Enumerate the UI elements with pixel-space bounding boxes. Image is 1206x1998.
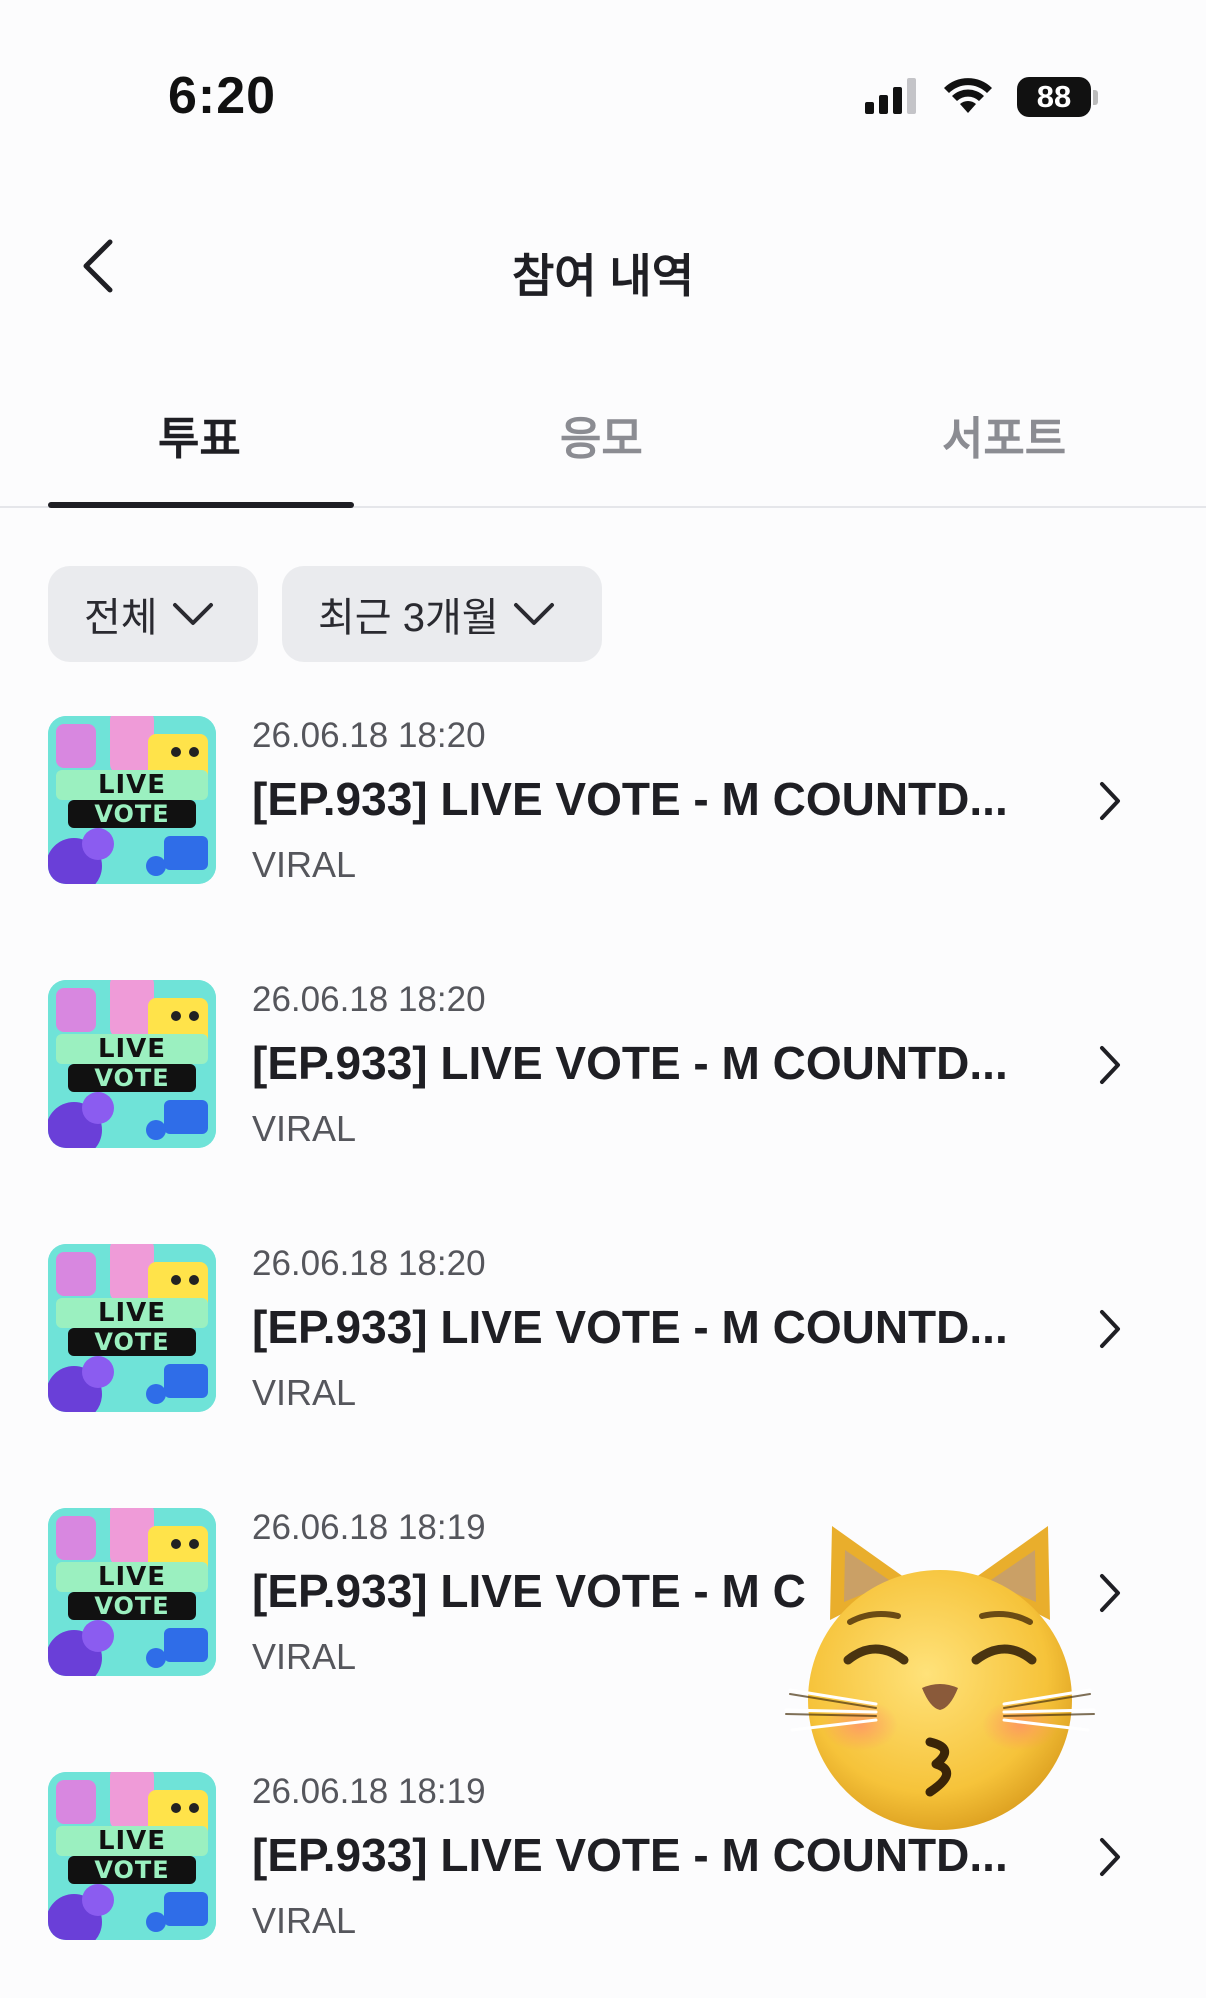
item-title: [EP.933] LIVE VOTE - M COUNTD... [252,1301,1008,1353]
item-category: VIRAL [252,844,357,885]
thumbnail-text-live: LIVE [97,1562,167,1592]
vote-history-item[interactable]: LIVE VOTE 26.06.18 18:20 [EP.933] LIVE V… [0,980,1206,1244]
status-icons: 88 [865,74,1098,120]
item-date: 26.06.18 18:19 [252,1508,486,1547]
tab-bar: 투표 응모 서포트 [0,380,1206,508]
thumbnail-text-vote: VOTE [94,1856,170,1884]
period-filter-label: 최근 3개월 [318,596,499,640]
chevron-right-icon [1100,1046,1120,1084]
thumbnail-text-vote: VOTE [94,800,170,828]
thumbnail-text-vote: VOTE [94,1064,170,1092]
status-bar: 6:20 88 [0,0,1206,150]
battery-icon: 88 [1017,77,1098,117]
period-filter-dropdown[interactable]: 최근 3개월 [282,566,602,662]
item-date: 26.06.18 18:20 [252,716,486,755]
thumbnail-text-live: LIVE [97,1034,167,1064]
item-category: VIRAL [252,1108,357,1149]
item-category: VIRAL [252,1372,357,1413]
thumbnail-text-live: LIVE [97,1298,167,1328]
item-category: VIRAL [252,1900,357,1941]
item-date: 26.06.18 18:20 [252,980,486,1019]
item-date: 26.06.18 18:19 [252,1772,486,1811]
vote-history-item[interactable]: LIVE VOTE 26.06.18 18:20 [EP.933] LIVE V… [0,716,1206,980]
type-filter-dropdown[interactable]: 전체 [48,566,258,662]
chevron-down-icon [172,603,213,625]
battery-tip [1093,89,1098,105]
thumbnail-text-vote: VOTE [94,1592,170,1620]
thumbnail-text-vote: VOTE [94,1328,170,1356]
cellular-signal-icon [865,76,919,119]
live-vote-thumbnail: LIVE VOTE [48,1508,216,1676]
chevron-right-icon [1100,1310,1120,1348]
vote-history-item[interactable]: LIVE VOTE 26.06.18 18:20 [EP.933] LIVE V… [0,1244,1206,1508]
kissing-cat-emoji [784,1526,1096,1830]
chevron-right-icon [1100,782,1120,820]
live-vote-thumbnail: LIVE VOTE [48,980,216,1148]
participation-history-screen: 6:20 88 참여 내역 투표 응모 서포트 전체 최근 3개월 LIVE V… [0,0,1206,1998]
tab-vote[interactable]: 투표 [158,402,241,467]
item-title: [EP.933] LIVE VOTE - M COUNTD... [252,1037,1008,1089]
type-filter-label: 전체 [84,596,158,640]
wifi-icon [941,75,995,120]
thumbnail-text-live: LIVE [97,770,167,800]
tab-support[interactable]: 서포트 [942,402,1066,467]
tab-entry[interactable]: 응모 [560,402,643,467]
item-date: 26.06.18 18:20 [252,1244,486,1283]
filter-bar: 전체 최근 3개월 [48,566,602,662]
chevron-down-icon [513,603,554,625]
header: 참여 내역 [0,210,1206,330]
live-vote-thumbnail: LIVE VOTE [48,716,216,884]
status-time: 6:20 [168,67,277,125]
page-title: 참여 내역 [511,250,695,302]
live-vote-thumbnail: LIVE VOTE [48,1244,216,1412]
item-title: [EP.933] LIVE VOTE - M COUNTD... [252,773,1008,825]
item-category: VIRAL [252,1636,357,1677]
active-tab-indicator [48,502,354,508]
thumbnail-text-live: LIVE [97,1826,167,1856]
battery-level: 88 [1017,77,1091,117]
live-vote-thumbnail: LIVE VOTE [48,1772,216,1940]
